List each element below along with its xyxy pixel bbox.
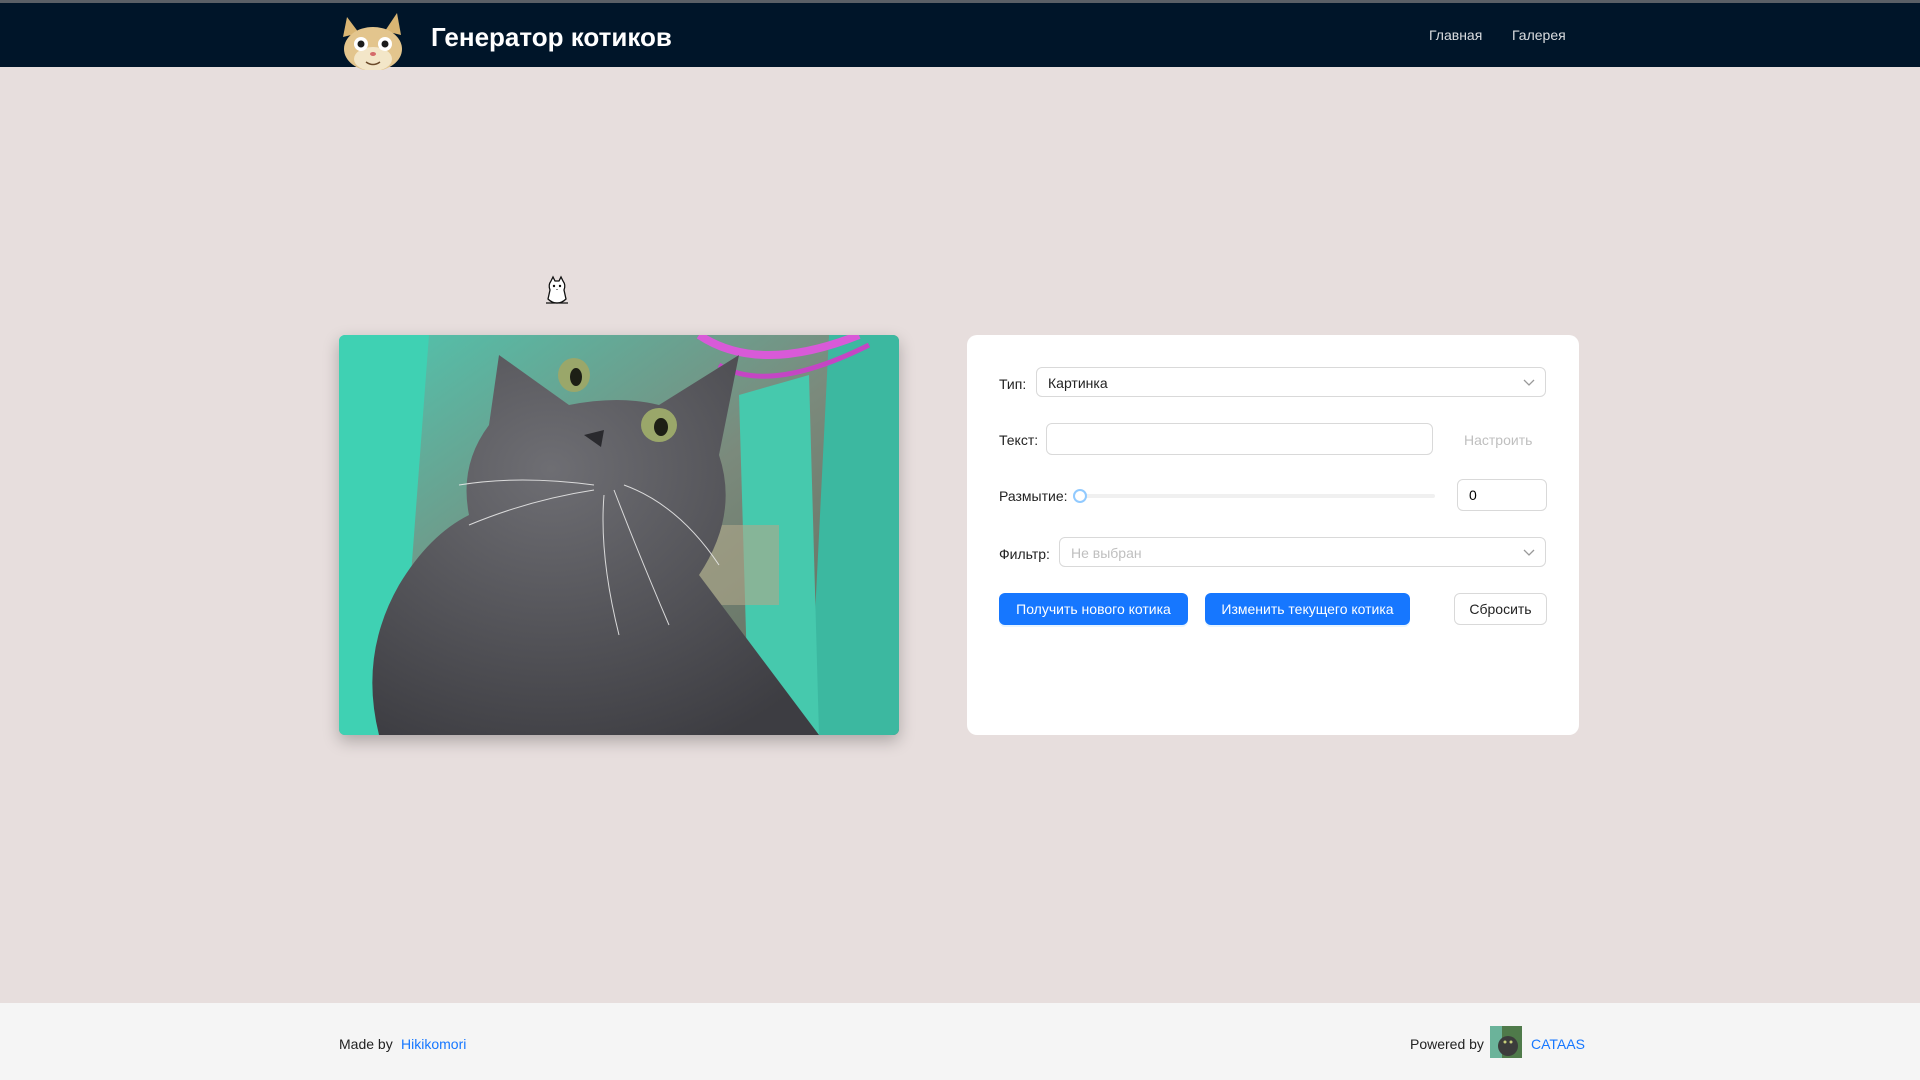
chevron-down-icon xyxy=(1523,379,1535,386)
header: Генератор котиков Главная Галерея xyxy=(0,3,1920,70)
blur-number-input[interactable] xyxy=(1457,479,1547,511)
made-by-label: Made by xyxy=(339,1036,393,1052)
author-link[interactable]: Hikikomori xyxy=(401,1036,466,1052)
blur-label: Размытие: xyxy=(999,488,1068,504)
edit-cat-button[interactable]: Изменить текущего котика xyxy=(1205,593,1410,625)
chevron-down-icon xyxy=(1523,549,1535,556)
powered-by-label: Powered by xyxy=(1410,1036,1484,1052)
text-input[interactable] xyxy=(1046,423,1433,455)
reset-button[interactable]: Сбросить xyxy=(1454,593,1547,625)
settings-panel: Тип: Картинка Текст: Настроить Размытие:… xyxy=(967,335,1579,735)
type-select-value: Картинка xyxy=(1048,375,1108,391)
cat-mascot-icon xyxy=(546,275,568,304)
cataas-link[interactable]: CATAAS xyxy=(1531,1036,1585,1052)
filter-select-placeholder: Не выбран xyxy=(1071,545,1142,561)
cataas-logo-icon xyxy=(1490,1026,1522,1058)
cat-photo xyxy=(339,335,899,735)
nav-home-link[interactable]: Главная xyxy=(1429,27,1482,43)
footer xyxy=(0,1003,1920,1080)
filter-label: Фильтр: xyxy=(999,546,1050,562)
type-label: Тип: xyxy=(999,376,1027,392)
blur-slider-track[interactable] xyxy=(1075,494,1435,498)
type-select[interactable]: Картинка xyxy=(1036,367,1546,397)
app-title: Генератор котиков xyxy=(431,22,672,52)
text-label: Текст: xyxy=(999,432,1039,448)
blur-slider-handle[interactable] xyxy=(1073,489,1087,503)
new-cat-button[interactable]: Получить нового котика xyxy=(999,593,1188,625)
cat-face-logo-icon[interactable] xyxy=(339,11,407,70)
configure-link[interactable]: Настроить xyxy=(1464,432,1532,448)
nav-gallery-link[interactable]: Галерея xyxy=(1512,27,1566,43)
filter-select[interactable]: Не выбран xyxy=(1059,537,1546,567)
